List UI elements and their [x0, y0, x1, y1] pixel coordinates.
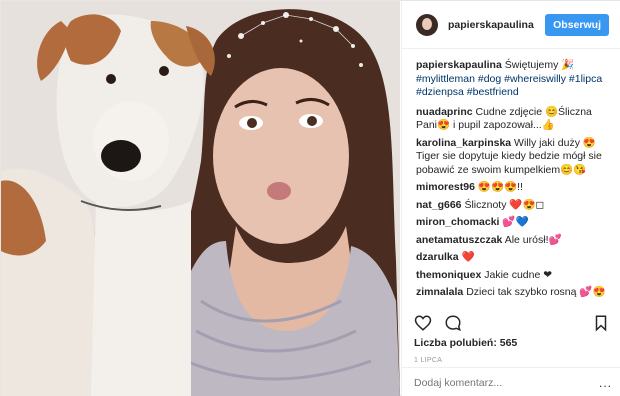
comment-username[interactable]: anetamatuszczak	[416, 234, 502, 246]
caption-username[interactable]: papierskapaulina	[416, 59, 502, 71]
post-date: 1 LIPCA	[414, 357, 443, 364]
comment-text: ❤️	[458, 251, 475, 263]
like-count[interactable]: Liczba polubień: 565	[414, 337, 612, 349]
action-icons	[414, 312, 612, 334]
comment: nuadaprinc Cudne zdjęcie 😊Śliczna Pani😍 …	[416, 106, 611, 133]
comment-text: Ale urósł!💕	[502, 233, 562, 246]
comments-list: papierskapaulina Świętujemy 🎉 #mylittlem…	[402, 49, 620, 312]
comment-username[interactable]: karolina_karpinska	[416, 137, 511, 149]
comment: nat_g666 Ślicznoty ❤️😍◻	[416, 199, 611, 213]
caption-text: Świętujemy 🎉	[501, 59, 575, 71]
comment-username[interactable]: nuadaprinc	[416, 106, 473, 118]
comment-username[interactable]: themoniquex	[416, 269, 481, 281]
comment: miron_chomacki 💕💙	[416, 216, 611, 230]
caption-hashtags[interactable]: #mylittleman #dog #whereiswilly #1lipca …	[416, 73, 602, 99]
comment-text: Jakie cudne ❤	[481, 268, 553, 281]
comment-text: Dzieci tak szybko rosną 💕😍	[463, 286, 606, 298]
comment-text: Ślicznoty ❤️😍◻	[461, 198, 545, 211]
header-username[interactable]: papierskapaulina	[448, 19, 545, 31]
comment: themoniquex Jakie cudne ❤	[416, 269, 611, 283]
heart-icon[interactable]	[414, 314, 432, 332]
post-side-panel: papierskapaulina Obserwuj papierskapauli…	[401, 1, 620, 396]
comment-text: 😍😍😍!!	[474, 181, 523, 193]
post-caption: papierskapaulina Świętujemy 🎉 #mylittlem…	[416, 59, 611, 100]
more-options-icon[interactable]: ...	[599, 376, 612, 390]
photo-illustration	[1, 1, 400, 396]
comment: mimorest96 😍😍😍!!	[416, 181, 611, 195]
bookmark-icon[interactable]	[592, 314, 610, 332]
comment: dzarulka ❤️	[416, 251, 611, 265]
avatar[interactable]	[416, 13, 438, 36]
comment: zimnalala Dzieci tak szybko rosną 💕😍	[416, 286, 611, 300]
comment: anetamatuszczak Ale urósł!💕	[416, 234, 611, 248]
post-photo[interactable]	[1, 1, 400, 396]
instagram-post: papierskapaulina Obserwuj papierskapauli…	[0, 0, 620, 396]
comment-username[interactable]: zimnalala	[416, 286, 463, 298]
post-header: papierskapaulina Obserwuj	[402, 1, 620, 49]
post-actions: Liczba polubień: 565 1 LIPCA	[402, 312, 620, 364]
add-comment-bar: ...	[402, 367, 620, 396]
comment-text: 💕💙	[499, 216, 529, 228]
comment-username[interactable]: mimorest96	[416, 181, 475, 193]
comment-username[interactable]: dzarulka	[416, 251, 459, 263]
add-comment-input[interactable]	[414, 376, 599, 389]
comment-icon[interactable]	[444, 314, 462, 332]
comment: karolina_karpinska Willy jaki duży 😍Tige…	[416, 137, 611, 178]
comment-username[interactable]: miron_chomacki	[416, 216, 499, 228]
follow-button[interactable]: Obserwuj	[545, 13, 609, 36]
comment-username[interactable]: nat_g666	[416, 199, 462, 211]
